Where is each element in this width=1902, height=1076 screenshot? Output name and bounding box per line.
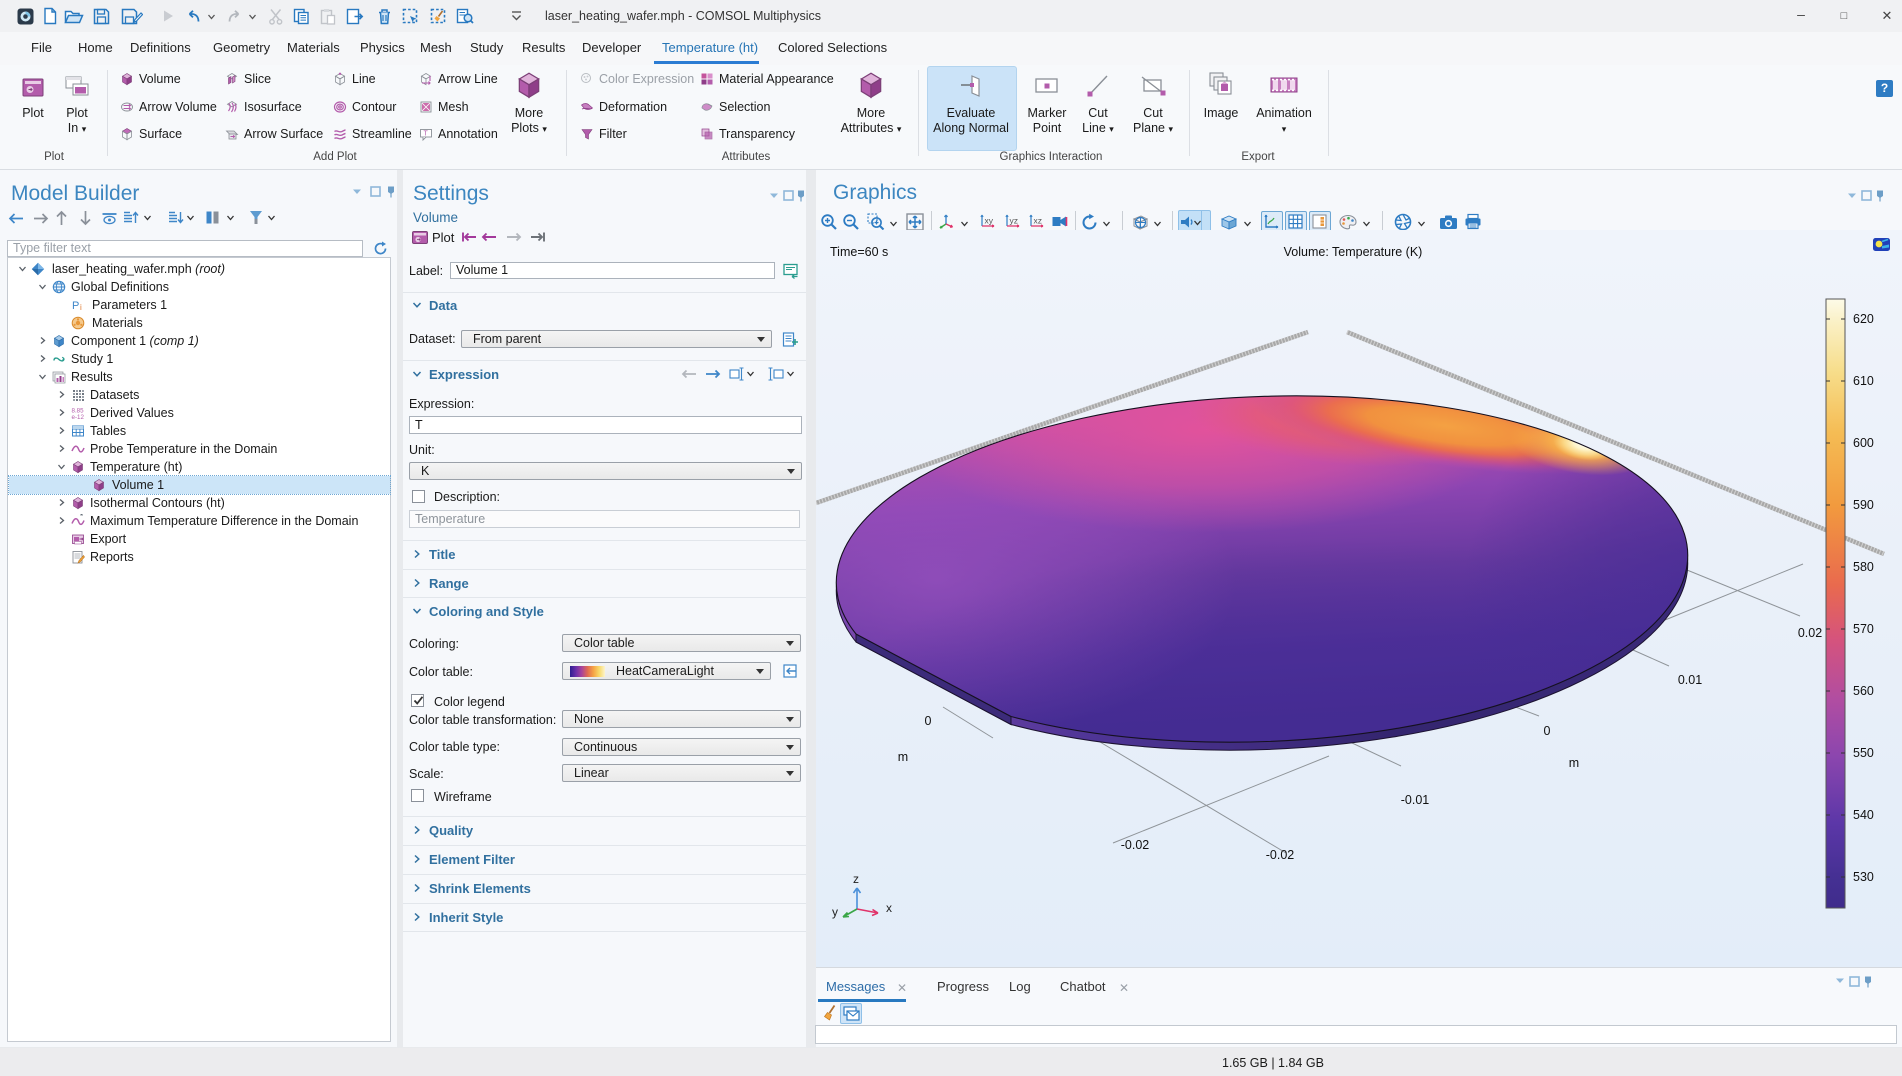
svg-text:e-12: e-12 (72, 414, 85, 420)
svg-text:m: m (898, 750, 908, 764)
svg-text:P: P (72, 300, 79, 312)
svg-text:y: y (832, 905, 838, 919)
svg-text:-0.01: -0.01 (1401, 793, 1430, 807)
svg-text:xy: xy (985, 216, 994, 226)
svg-text:Volume: Temperature (K): Volume: Temperature (K) (1284, 245, 1423, 259)
svg-text:xz: xz (1034, 216, 1043, 226)
svg-text:T: T (424, 131, 429, 138)
svg-text:600: 600 (1853, 436, 1874, 450)
svg-text:-0.02: -0.02 (1121, 838, 1150, 852)
svg-text:m: m (1569, 756, 1579, 770)
svg-text:0: 0 (1544, 724, 1551, 738)
svg-text:620: 620 (1853, 312, 1874, 326)
svg-text:Time=60 s: Time=60 s (830, 245, 888, 259)
svg-text:z: z (853, 872, 859, 886)
svg-text:550: 550 (1853, 746, 1874, 760)
svg-text:580: 580 (1853, 560, 1874, 574)
svg-text:590: 590 (1853, 498, 1874, 512)
svg-text:530: 530 (1853, 870, 1874, 884)
svg-text:x: x (886, 901, 892, 915)
svg-text:0.02: 0.02 (1798, 626, 1822, 640)
svg-text:560: 560 (1853, 684, 1874, 698)
svg-text:i: i (80, 303, 82, 312)
svg-text:*: * (80, 514, 83, 521)
svg-text:0.01: 0.01 (1678, 673, 1702, 687)
svg-text:570: 570 (1853, 622, 1874, 636)
svg-text:-0.02: -0.02 (1266, 848, 1295, 862)
svg-text:0: 0 (925, 714, 932, 728)
svg-text:610: 610 (1853, 374, 1874, 388)
svg-text:540: 540 (1853, 808, 1874, 822)
svg-text:yz: yz (1010, 216, 1019, 226)
